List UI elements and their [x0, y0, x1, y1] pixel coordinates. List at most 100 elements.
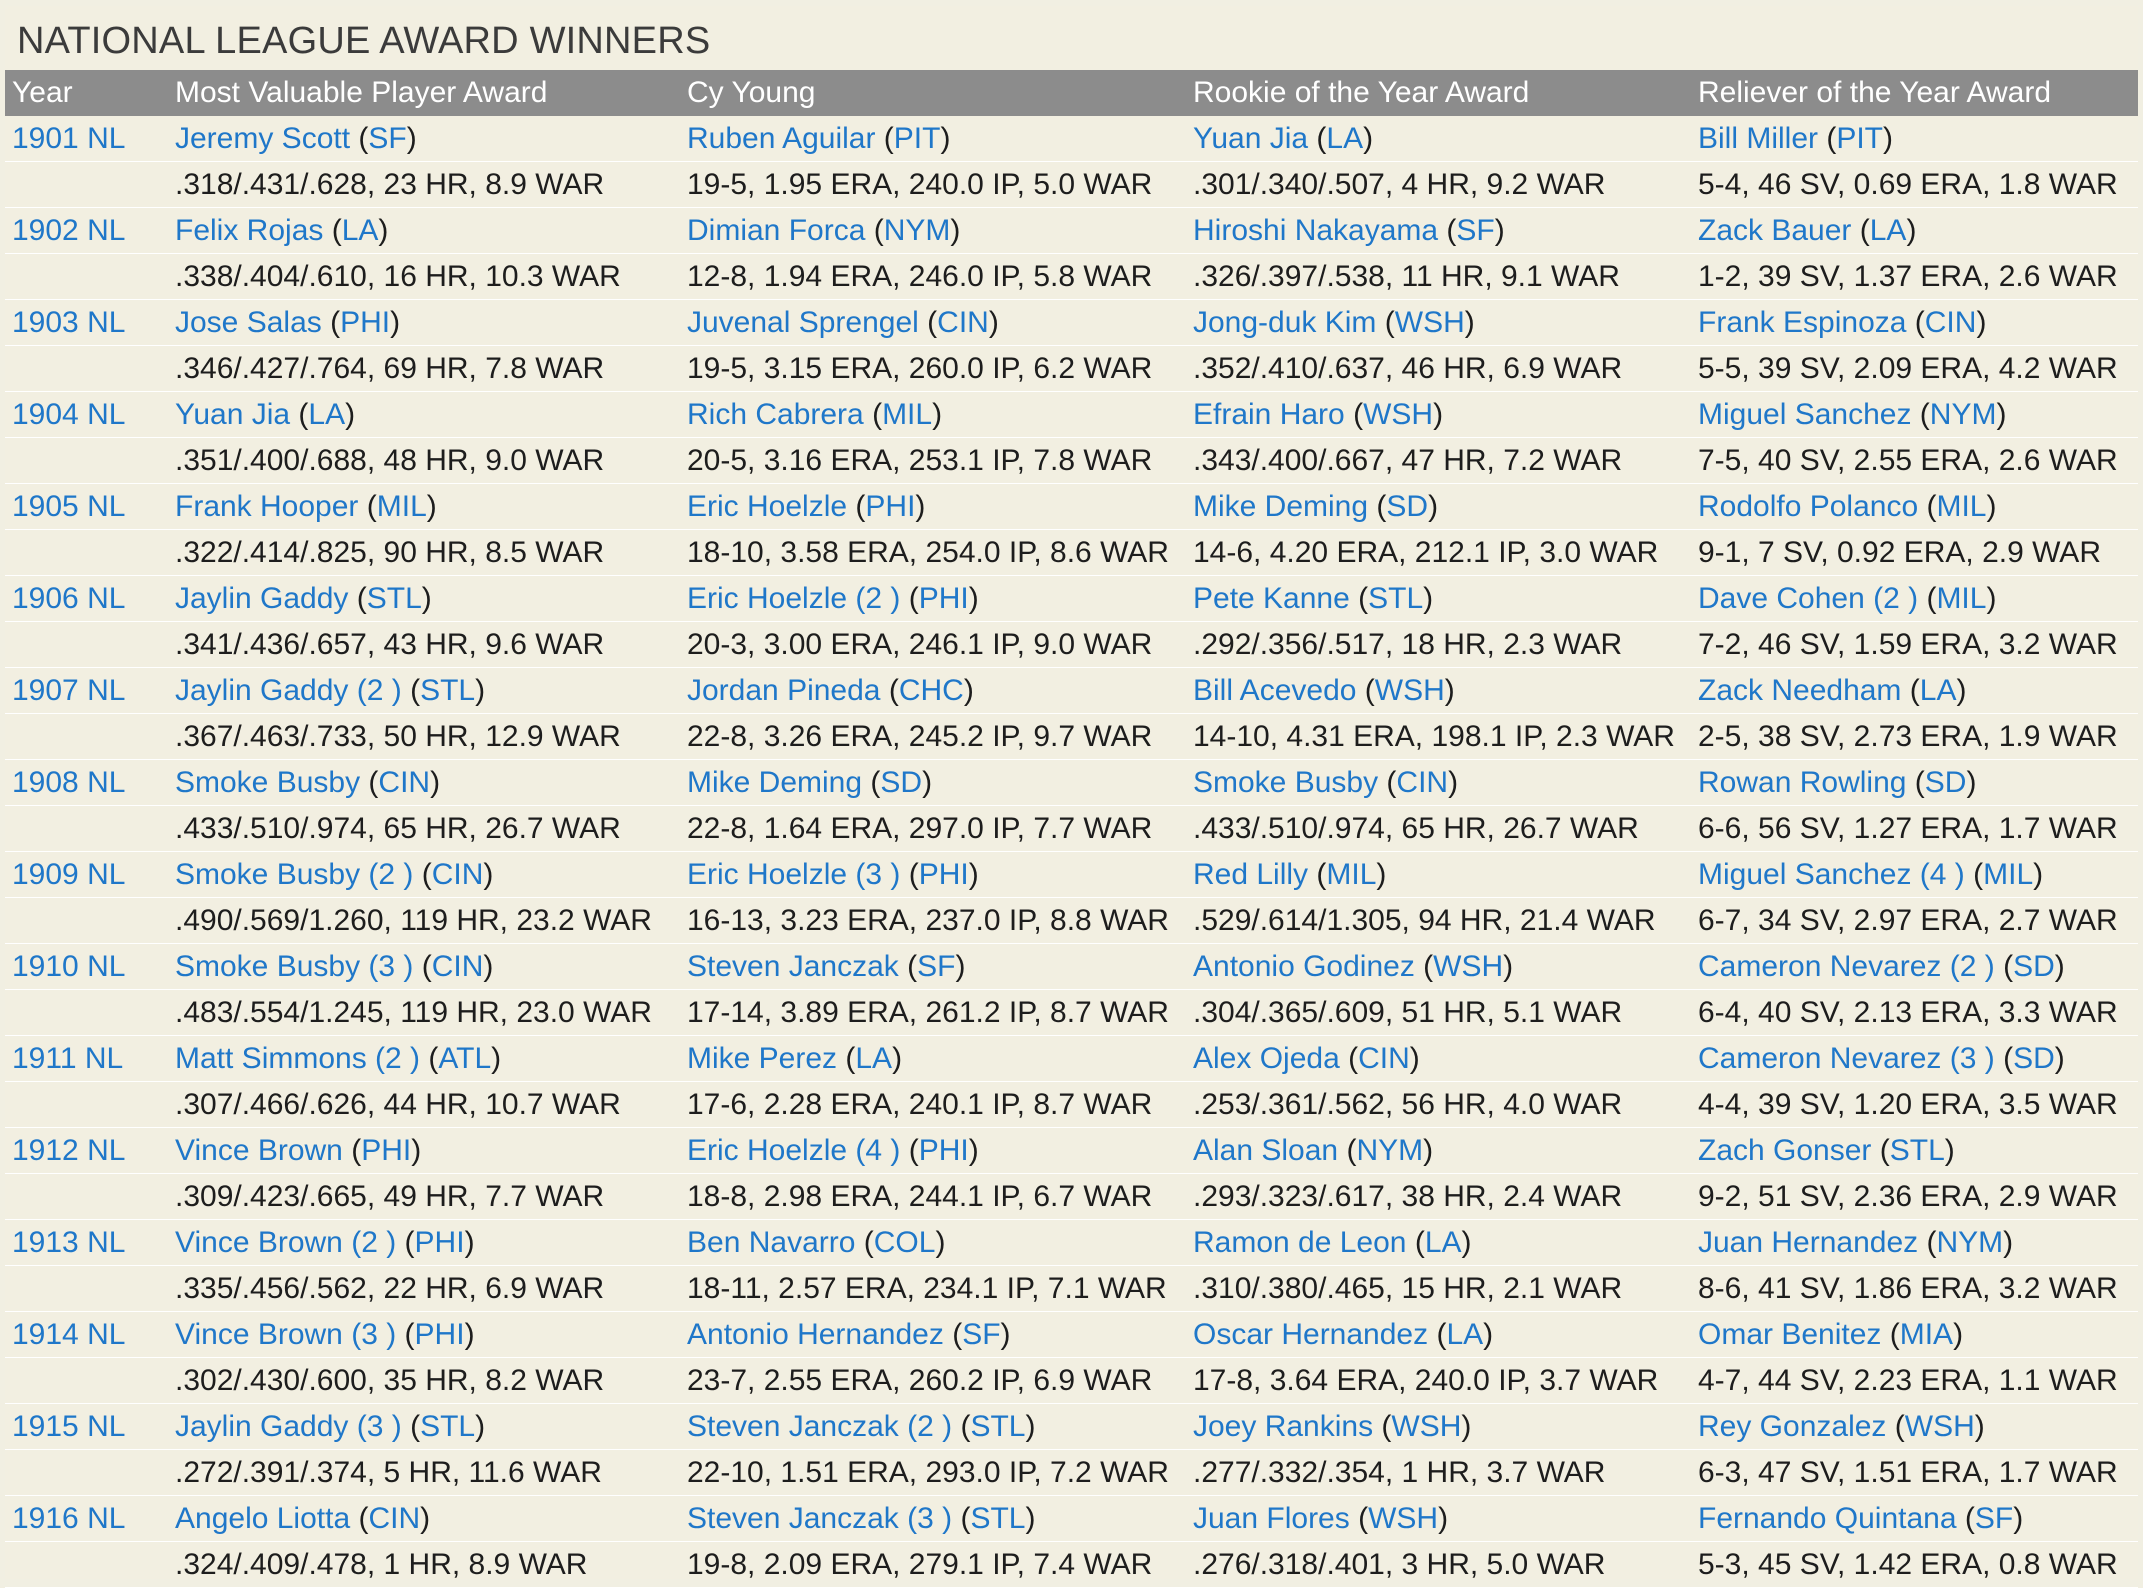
year-link[interactable]: 1911 NL — [12, 1036, 123, 1081]
player-link[interactable]: Ben Navarro — [687, 1226, 855, 1259]
player-link[interactable]: Jaylin Gaddy (2 ) — [175, 674, 402, 707]
year-link[interactable]: 1908 NL — [12, 760, 125, 805]
team-link[interactable]: NYM — [884, 214, 951, 247]
player-link[interactable]: Zach Gonser — [1698, 1134, 1871, 1167]
year-link[interactable]: 1916 NL — [12, 1496, 125, 1541]
team-link[interactable]: NYM — [1936, 1226, 2003, 1259]
player-link[interactable]: Rodolfo Polanco — [1698, 490, 1918, 523]
player-link[interactable]: Dimian Forca — [687, 214, 865, 247]
team-link[interactable]: SF — [917, 950, 955, 983]
team-link[interactable]: SF — [1975, 1502, 2013, 1535]
team-link[interactable]: PHI — [919, 1134, 969, 1167]
team-link[interactable]: LA — [1326, 122, 1363, 155]
player-link[interactable]: Vince Brown (3 ) — [175, 1318, 396, 1351]
player-link[interactable]: Smoke Busby (3 ) — [175, 950, 413, 983]
player-link[interactable]: Steven Janczak — [687, 950, 899, 983]
team-link[interactable]: LA — [1425, 1226, 1462, 1259]
team-link[interactable]: STL — [970, 1410, 1025, 1443]
team-link[interactable]: PIT — [894, 122, 941, 155]
player-link[interactable]: Angelo Liotta — [175, 1502, 350, 1535]
team-link[interactable]: WSH — [1391, 1410, 1461, 1443]
team-link[interactable]: MIL — [1326, 858, 1376, 891]
team-link[interactable]: LA — [308, 398, 345, 431]
year-link[interactable]: 1904 NL — [12, 392, 125, 437]
team-link[interactable]: CIN — [937, 306, 989, 339]
team-link[interactable]: LA — [1920, 674, 1957, 707]
team-link[interactable]: SF — [368, 122, 406, 155]
player-link[interactable]: Omar Benitez — [1698, 1318, 1881, 1351]
player-link[interactable]: Juan Flores — [1193, 1502, 1350, 1535]
team-link[interactable]: CHC — [899, 674, 964, 707]
player-link[interactable]: Red Lilly — [1193, 858, 1308, 891]
team-link[interactable]: NYM — [1930, 398, 1997, 431]
player-link[interactable]: Alex Ojeda — [1193, 1042, 1340, 1075]
team-link[interactable]: PHI — [340, 306, 390, 339]
team-link[interactable]: WSH — [1905, 1410, 1975, 1443]
year-link[interactable]: 1910 NL — [12, 944, 125, 989]
team-link[interactable]: SD — [880, 766, 922, 799]
player-link[interactable]: Zack Needham — [1698, 674, 1901, 707]
team-link[interactable]: LA — [855, 1042, 892, 1075]
player-link[interactable]: Mike Deming — [687, 766, 862, 799]
player-link[interactable]: Vince Brown (2 ) — [175, 1226, 396, 1259]
player-link[interactable]: Oscar Hernandez — [1193, 1318, 1428, 1351]
player-link[interactable]: Jaylin Gaddy (3 ) — [175, 1410, 402, 1443]
year-link[interactable]: 1914 NL — [12, 1312, 125, 1357]
team-link[interactable]: PHI — [919, 858, 969, 891]
player-link[interactable]: Rowan Rowling — [1698, 766, 1906, 799]
player-link[interactable]: Cameron Nevarez (3 ) — [1698, 1042, 1995, 1075]
team-link[interactable]: SF — [962, 1318, 1000, 1351]
player-link[interactable]: Frank Hooper — [175, 490, 358, 523]
player-link[interactable]: Eric Hoelzle (4 ) — [687, 1134, 900, 1167]
team-link[interactable]: STL — [420, 674, 475, 707]
player-link[interactable]: Dave Cohen (2 ) — [1698, 582, 1918, 615]
player-link[interactable]: Antonio Godinez — [1193, 950, 1415, 983]
player-link[interactable]: Steven Janczak (2 ) — [687, 1410, 952, 1443]
player-link[interactable]: Matt Simmons (2 ) — [175, 1042, 420, 1075]
team-link[interactable]: STL — [970, 1502, 1025, 1535]
team-link[interactable]: WSH — [1375, 674, 1445, 707]
team-link[interactable]: STL — [420, 1410, 475, 1443]
team-link[interactable]: MIL — [882, 398, 932, 431]
player-link[interactable]: Jordan Pineda — [687, 674, 880, 707]
player-link[interactable]: Miguel Sanchez (4 ) — [1698, 858, 1965, 891]
team-link[interactable]: PIT — [1836, 122, 1883, 155]
team-link[interactable]: SD — [2013, 1042, 2055, 1075]
player-link[interactable]: Rich Cabrera — [687, 398, 864, 431]
year-link[interactable]: 1902 NL — [12, 208, 125, 253]
player-link[interactable]: Mike Deming — [1193, 490, 1368, 523]
team-link[interactable]: PHI — [415, 1318, 465, 1351]
team-link[interactable]: PHI — [865, 490, 915, 523]
team-link[interactable]: CIN — [378, 766, 430, 799]
year-link[interactable]: 1905 NL — [12, 484, 125, 529]
player-link[interactable]: Antonio Hernandez — [687, 1318, 944, 1351]
player-link[interactable]: Zack Bauer — [1698, 214, 1851, 247]
player-link[interactable]: Vince Brown — [175, 1134, 343, 1167]
player-link[interactable]: Pete Kanne — [1193, 582, 1350, 615]
team-link[interactable]: WSH — [1395, 306, 1465, 339]
team-link[interactable]: WSH — [1363, 398, 1433, 431]
player-link[interactable]: Eric Hoelzle (3 ) — [687, 858, 900, 891]
player-link[interactable]: Cameron Nevarez (2 ) — [1698, 950, 1995, 983]
player-link[interactable]: Yuan Jia — [1193, 122, 1308, 155]
player-link[interactable]: Jeremy Scott — [175, 122, 350, 155]
year-link[interactable]: 1912 NL — [12, 1128, 125, 1173]
player-link[interactable]: Jong-duk Kim — [1193, 306, 1376, 339]
team-link[interactable]: LA — [342, 214, 379, 247]
player-link[interactable]: Efrain Haro — [1193, 398, 1345, 431]
team-link[interactable]: LA — [1870, 214, 1907, 247]
team-link[interactable]: PHI — [415, 1226, 465, 1259]
team-link[interactable]: WSH — [1368, 1502, 1438, 1535]
player-link[interactable]: Joey Rankins — [1193, 1410, 1373, 1443]
year-link[interactable]: 1915 NL — [12, 1404, 125, 1449]
team-link[interactable]: CIN — [432, 950, 484, 983]
team-link[interactable]: STL — [1890, 1134, 1945, 1167]
player-link[interactable]: Ruben Aguilar — [687, 122, 875, 155]
player-link[interactable]: Miguel Sanchez — [1698, 398, 1911, 431]
team-link[interactable]: CIN — [368, 1502, 420, 1535]
team-link[interactable]: MIL — [377, 490, 427, 523]
player-link[interactable]: Steven Janczak (3 ) — [687, 1502, 952, 1535]
team-link[interactable]: PHI — [361, 1134, 411, 1167]
year-link[interactable]: 1903 NL — [12, 300, 125, 345]
player-link[interactable]: Smoke Busby — [175, 766, 360, 799]
